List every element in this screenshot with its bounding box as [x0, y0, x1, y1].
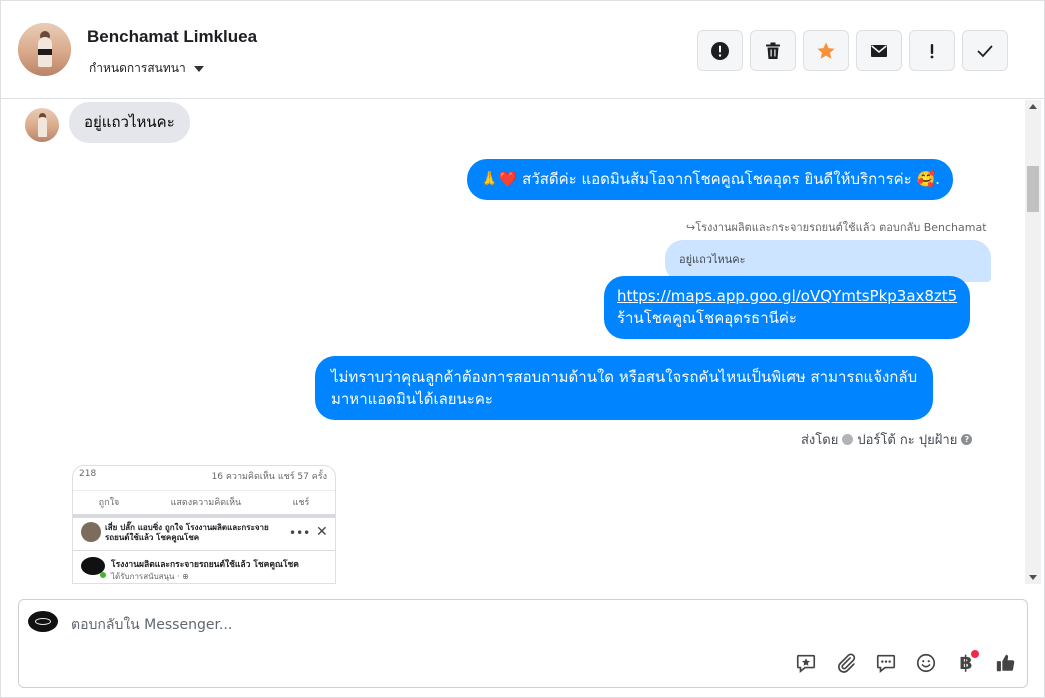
reply-input[interactable]: [71, 612, 971, 638]
mark-spam-button[interactable]: [697, 30, 743, 71]
trash-icon: [766, 42, 780, 59]
mark-unread-button[interactable]: [856, 30, 902, 71]
conversation-actions: [697, 30, 1008, 71]
delete-button[interactable]: [750, 30, 796, 71]
scroll-thumb[interactable]: [1027, 166, 1039, 212]
more-icon: •••: [289, 526, 311, 540]
exclamation-icon: [930, 43, 934, 58]
envelope-icon: [871, 44, 887, 57]
alert-circle-icon: [711, 41, 729, 60]
star-button[interactable]: [803, 30, 849, 71]
checkmark-icon: [977, 45, 993, 57]
assign-conversation-dropdown[interactable]: กำหนดการสนทนา: [89, 59, 204, 78]
notification-dot: [971, 650, 979, 658]
post-stats-row: 218 16 ความคิดเห็น แชร์ 57 ครั้ง: [79, 469, 327, 482]
page-avatar: [28, 611, 58, 632]
user-icon: [842, 434, 854, 445]
follow-up-button[interactable]: [909, 30, 955, 71]
scroll-down-icon[interactable]: [1029, 575, 1037, 580]
emoji-button[interactable]: [913, 650, 939, 676]
sponsored-label: ได้รับการสนับสนุน · ⊕: [111, 572, 189, 581]
message-line-1: ไม่ทราบว่าคุณลูกค้าต้องการสอบถามด้านใด ห…: [331, 368, 918, 386]
message-line-2: มาหาแอดมินได้เลยนะคะ: [331, 390, 493, 408]
emoji-icon: [916, 653, 936, 673]
reply-composer: ฿: [18, 599, 1028, 688]
commenter-avatar: [81, 522, 101, 542]
conversation-header: Benchamat Limkluea กำหนดการสนทนา: [1, 1, 1044, 99]
contact-avatar[interactable]: [18, 23, 71, 76]
star-icon: [817, 42, 835, 59]
post-like-label: ถูกใจ: [98, 497, 120, 508]
help-icon[interactable]: ?: [961, 434, 973, 445]
contact-name[interactable]: Benchamat Limkluea: [87, 27, 257, 47]
online-indicator: [100, 572, 106, 578]
like-button[interactable]: [993, 650, 1019, 676]
post-stats: 16 ความคิดเห็น แชร์ 57 ครั้ง: [211, 472, 327, 482]
sent-by-prefix: ส่งโดย: [801, 433, 839, 448]
sender-name: ปอร์โต้ กะ ปุยฝ้าย: [857, 433, 958, 448]
shared-post-image[interactable]: 218 16 ความคิดเห็น แชร์ 57 ครั้ง ถูกใจ แ…: [72, 465, 336, 584]
page-name: โรงงานผลิตและกระจายรถยนต์ใช้แล้ว โชคคูณโ…: [111, 560, 299, 570]
message-thread[interactable]: อยู่แถวไหนคะ 🙏❤️ สวัสดีค่ะ แอดมินส้มโอจา…: [1, 100, 1025, 584]
conversation-panel: Benchamat Limkluea กำหนดการสนทนา อยู่แถว…: [0, 0, 1045, 698]
saved-reply-button[interactable]: [793, 650, 819, 676]
attach-button[interactable]: [833, 650, 859, 676]
payment-button[interactable]: ฿: [953, 650, 979, 676]
reply-meta: ↪โรงงานผลิตและกระจายรถยนต์ใช้แล้ว ตอบกลั…: [686, 221, 987, 234]
sent-by-info: ส่งโดย ปอร์โต้ กะ ปุยฝ้าย ?: [801, 429, 973, 450]
commenter-text: เสี่ย ปลั๊ก แอบซิ่ง ถูกใจ โรงงานผลิตและก…: [105, 523, 269, 542]
thumbs-up-icon: [996, 654, 1015, 672]
assign-label: กำหนดการสนทนา: [89, 61, 186, 75]
vertical-scrollbar[interactable]: [1025, 100, 1041, 584]
message-bubble-icon: [876, 654, 896, 673]
message-text: ร้านโชคคูณโชคอุดรธานีค่ะ: [617, 309, 797, 327]
close-icon: ✕: [316, 524, 328, 540]
message-template-button[interactable]: [873, 650, 899, 676]
pray-heart-emoji: 🙏❤️: [480, 170, 518, 188]
smiling-hearts-emoji: 🥰.: [916, 170, 940, 188]
post-comment-label: แสดงความคิดเห็น: [170, 497, 242, 508]
contact-avatar-small: [25, 108, 59, 142]
message-text: สวัสดีค่ะ แอดมินส้มโอจากโชคคูณโชคอุดร ยิ…: [517, 170, 917, 188]
outgoing-message[interactable]: 🙏❤️ สวัสดีค่ะ แอดมินส้มโอจากโชคคูณโชคอุด…: [467, 159, 953, 200]
saved-reply-icon: [796, 654, 816, 673]
post-actions-row: ถูกใจ แสดงความคิดเห็น แชร์: [73, 490, 335, 512]
attachment-icon: [838, 653, 856, 673]
maps-link[interactable]: https://maps.app.goo.gl/oVQYmtsPkp3ax8zt…: [617, 285, 957, 307]
composer-tools: ฿: [793, 650, 1019, 676]
scroll-up-icon[interactable]: [1029, 104, 1037, 109]
outgoing-message-link[interactable]: https://maps.app.goo.gl/oVQYmtsPkp3ax8zt…: [604, 276, 971, 339]
caret-down-icon: [193, 65, 204, 72]
like-count: 218: [79, 469, 97, 479]
incoming-message[interactable]: อยู่แถวไหนคะ: [69, 102, 190, 143]
mark-done-button[interactable]: [962, 30, 1008, 71]
post-share-label: แชร์: [292, 497, 310, 508]
outgoing-message[interactable]: ไม่ทราบว่าคุณลูกค้าต้องการสอบถามด้านใด ห…: [315, 356, 934, 420]
